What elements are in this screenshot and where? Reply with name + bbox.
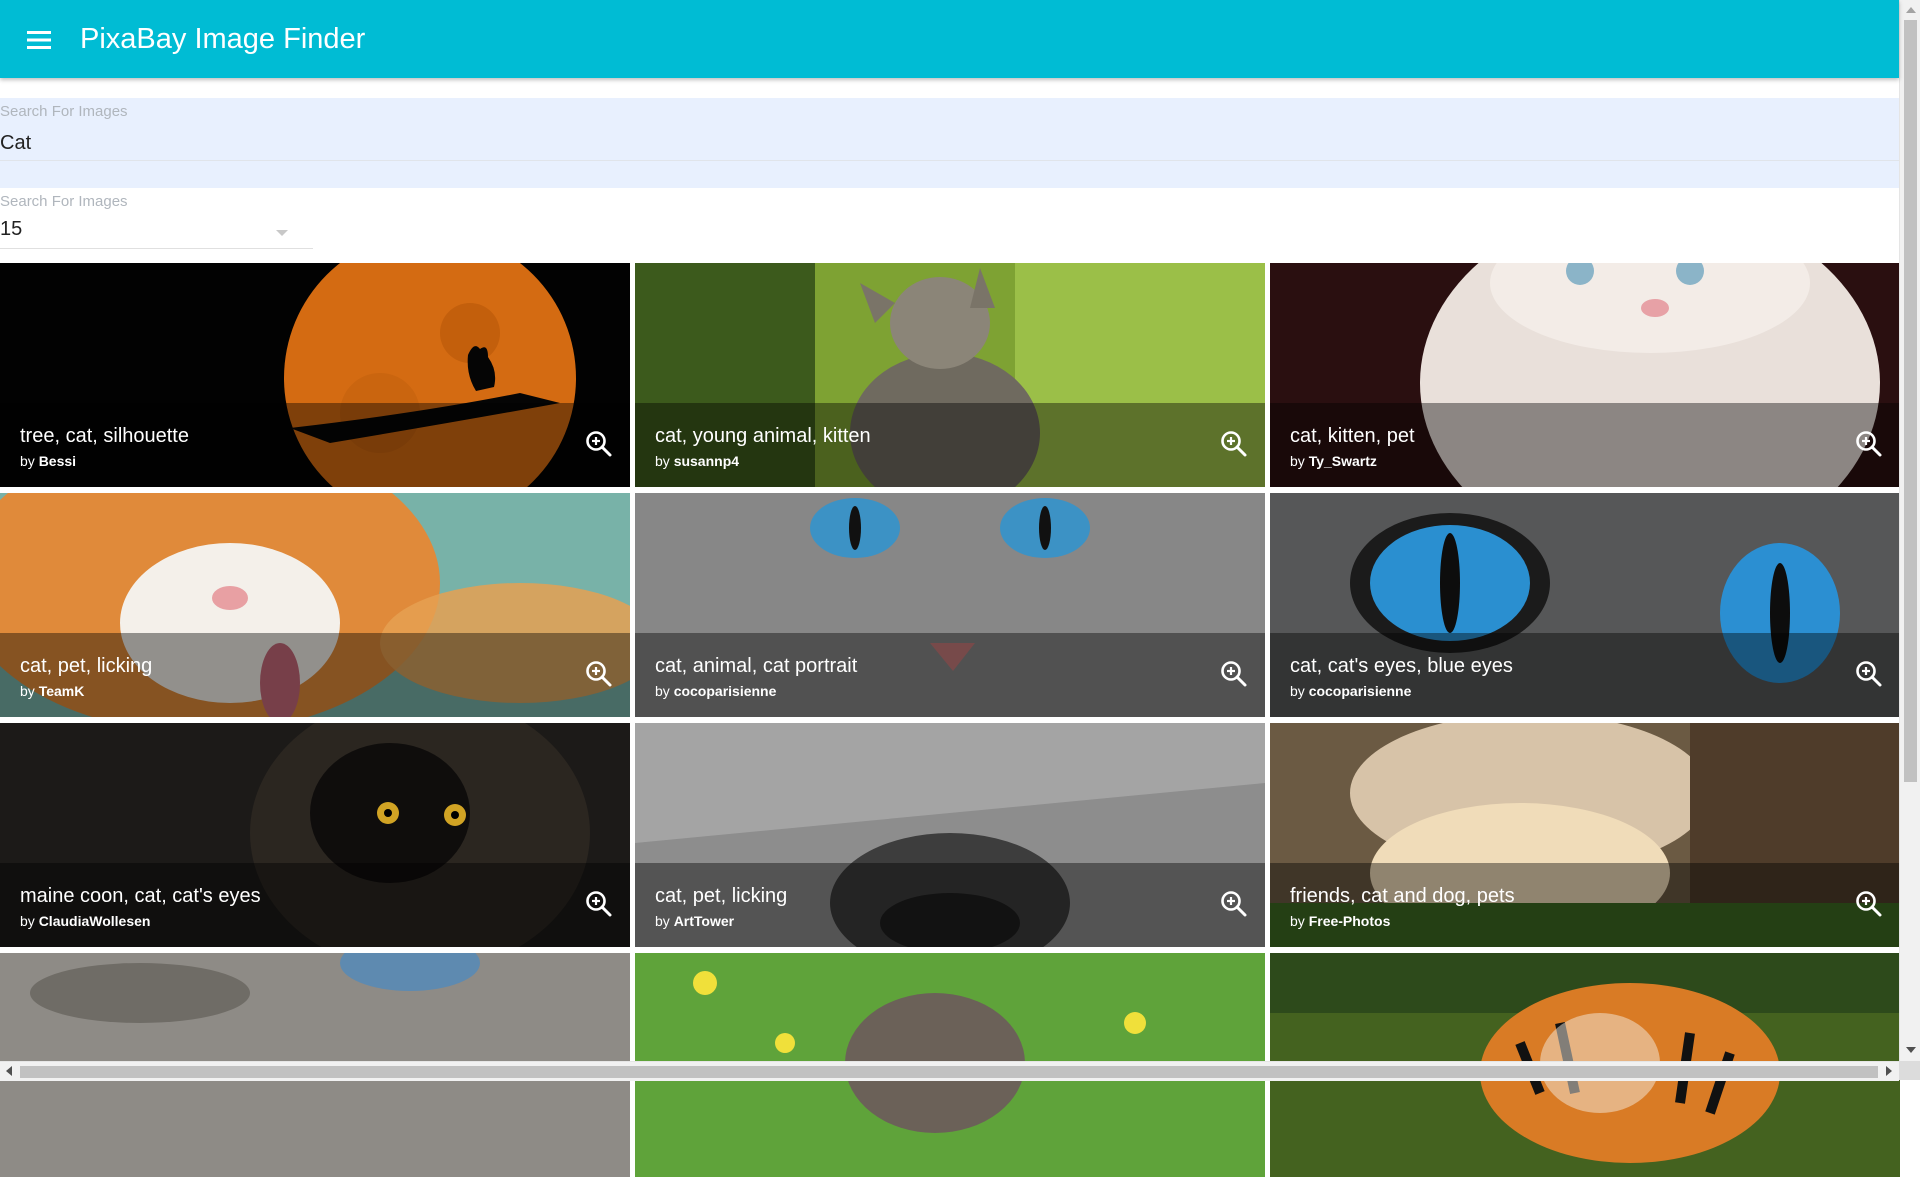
search-field-label: Search For Images — [0, 103, 128, 120]
image-author: by TeamK — [20, 683, 84, 699]
image-author: by cocoparisienne — [655, 683, 776, 699]
image-tags: cat, young animal, kitten — [655, 425, 871, 447]
image-tags: friends, cat and dog, pets — [1290, 885, 1515, 907]
scroll-up-arrow-icon[interactable] — [1906, 7, 1916, 13]
author-name: cocoparisienne — [1308, 683, 1412, 699]
author-prefix: by — [655, 453, 670, 469]
image-author: by cocoparisienne — [1290, 683, 1411, 699]
image-tags: tree, cat, silhouette — [20, 425, 189, 447]
image-author: by ClaudiaWollesen — [20, 913, 150, 929]
scroll-right-arrow-icon[interactable] — [1886, 1066, 1892, 1076]
scroll-left-arrow-icon[interactable] — [6, 1066, 12, 1076]
horizontal-scrollbar-thumb[interactable] — [20, 1066, 1878, 1078]
vertical-scrollbar[interactable] — [1899, 0, 1920, 1061]
search-underline — [0, 160, 1899, 161]
author-name: cocoparisienne — [673, 683, 777, 699]
author-name: Bessi — [38, 453, 77, 469]
horizontal-scrollbar[interactable] — [0, 1061, 1899, 1081]
menu-icon[interactable] — [24, 24, 56, 56]
image-card[interactable]: friends, cat and dog, pets by Free-Photos — [1270, 723, 1900, 947]
image-tags: cat, pet, licking — [655, 885, 788, 907]
search-input[interactable] — [0, 128, 1899, 158]
image-card[interactable]: cat, young animal, kitten by susannp4 — [635, 263, 1265, 487]
image-tags: cat, kitten, pet — [1290, 425, 1415, 447]
zoom-in-icon[interactable] — [1217, 657, 1251, 691]
amount-field-label: Search For Images — [0, 193, 128, 210]
app-title: PixaBay Image Finder — [80, 23, 366, 55]
image-caption-bar: cat, pet, licking by ArtTower — [635, 863, 1265, 947]
zoom-in-icon[interactable] — [1852, 887, 1886, 921]
chevron-down-icon — [276, 230, 288, 236]
image-caption-bar: cat, pet, licking by TeamK — [0, 633, 630, 717]
author-name: TeamK — [38, 683, 85, 699]
author-name: Free-Photos — [1308, 913, 1391, 929]
zoom-in-icon[interactable] — [582, 887, 616, 921]
author-prefix: by — [655, 913, 670, 929]
author-prefix: by — [1290, 913, 1305, 929]
image-caption-bar: maine coon, cat, cat's eyes by ClaudiaWol… — [0, 863, 630, 947]
app-bar: PixaBay Image Finder — [0, 0, 1899, 78]
image-author: by susannp4 — [655, 453, 739, 469]
image-card[interactable]: cat, animal, cat portrait by cocoparisien… — [635, 493, 1265, 717]
image-caption-bar: friends, cat and dog, pets by Free-Photos — [1270, 863, 1900, 947]
image-caption-bar: cat, kitten, pet by Ty_Swartz — [1270, 403, 1900, 487]
amount-select[interactable]: 15 — [0, 216, 313, 249]
image-tags: cat, cat's eyes, blue eyes — [1290, 655, 1513, 677]
vertical-scrollbar-thumb[interactable] — [1904, 20, 1917, 782]
author-prefix: by — [20, 683, 35, 699]
zoom-in-icon[interactable] — [1217, 887, 1251, 921]
image-card[interactable]: cat, pet, licking by TeamK — [0, 493, 630, 717]
image-author: by Free-Photos — [1290, 913, 1390, 929]
amount-field: Search For Images 15 — [0, 188, 313, 250]
image-author: by Bessi — [20, 453, 76, 469]
image-tags: cat, animal, cat portrait — [655, 655, 858, 677]
zoom-in-icon[interactable] — [1217, 427, 1251, 461]
image-card[interactable]: cat, pet, licking by ArtTower — [635, 723, 1265, 947]
scroll-down-arrow-icon[interactable] — [1906, 1047, 1916, 1053]
amount-selected-value: 15 — [0, 218, 23, 240]
image-card[interactable]: cat, cat's eyes, blue eyes by cocoparisie… — [1270, 493, 1900, 717]
image-caption-bar: cat, animal, cat portrait by cocoparisien… — [635, 633, 1265, 717]
scrollbar-corner — [1899, 1061, 1920, 1080]
image-tags: cat, pet, licking — [20, 655, 153, 677]
image-card[interactable]: maine coon, cat, cat's eyes by ClaudiaWol… — [0, 723, 630, 947]
image-caption-bar: cat, young animal, kitten by susannp4 — [635, 403, 1265, 487]
zoom-in-icon[interactable] — [1852, 427, 1886, 461]
image-author: by Ty_Swartz — [1290, 453, 1377, 469]
image-author: by ArtTower — [655, 913, 734, 929]
zoom-in-icon[interactable] — [582, 657, 616, 691]
zoom-in-icon[interactable] — [1852, 657, 1886, 691]
author-name: ArtTower — [673, 913, 735, 929]
author-prefix: by — [1290, 683, 1305, 699]
image-card[interactable]: cat, kitten, pet by Ty_Swartz — [1270, 263, 1900, 487]
author-prefix: by — [20, 453, 35, 469]
author-prefix: by — [655, 683, 670, 699]
image-tags: maine coon, cat, cat's eyes — [20, 885, 261, 907]
image-card[interactable]: tree, cat, silhouette by Bessi — [0, 263, 630, 487]
author-prefix: by — [20, 913, 35, 929]
search-field: Search For Images — [0, 98, 1899, 188]
author-prefix: by — [1290, 453, 1305, 469]
author-name: ClaudiaWollesen — [38, 913, 151, 929]
image-grid: tree, cat, silhouette by Bessi cat, young… — [0, 263, 1900, 1177]
image-caption-bar: tree, cat, silhouette by Bessi — [0, 403, 630, 487]
image-caption-bar: cat, cat's eyes, blue eyes by cocoparisie… — [1270, 633, 1900, 717]
author-name: susannp4 — [673, 453, 740, 469]
zoom-in-icon[interactable] — [582, 427, 616, 461]
author-name: Ty_Swartz — [1308, 453, 1377, 469]
